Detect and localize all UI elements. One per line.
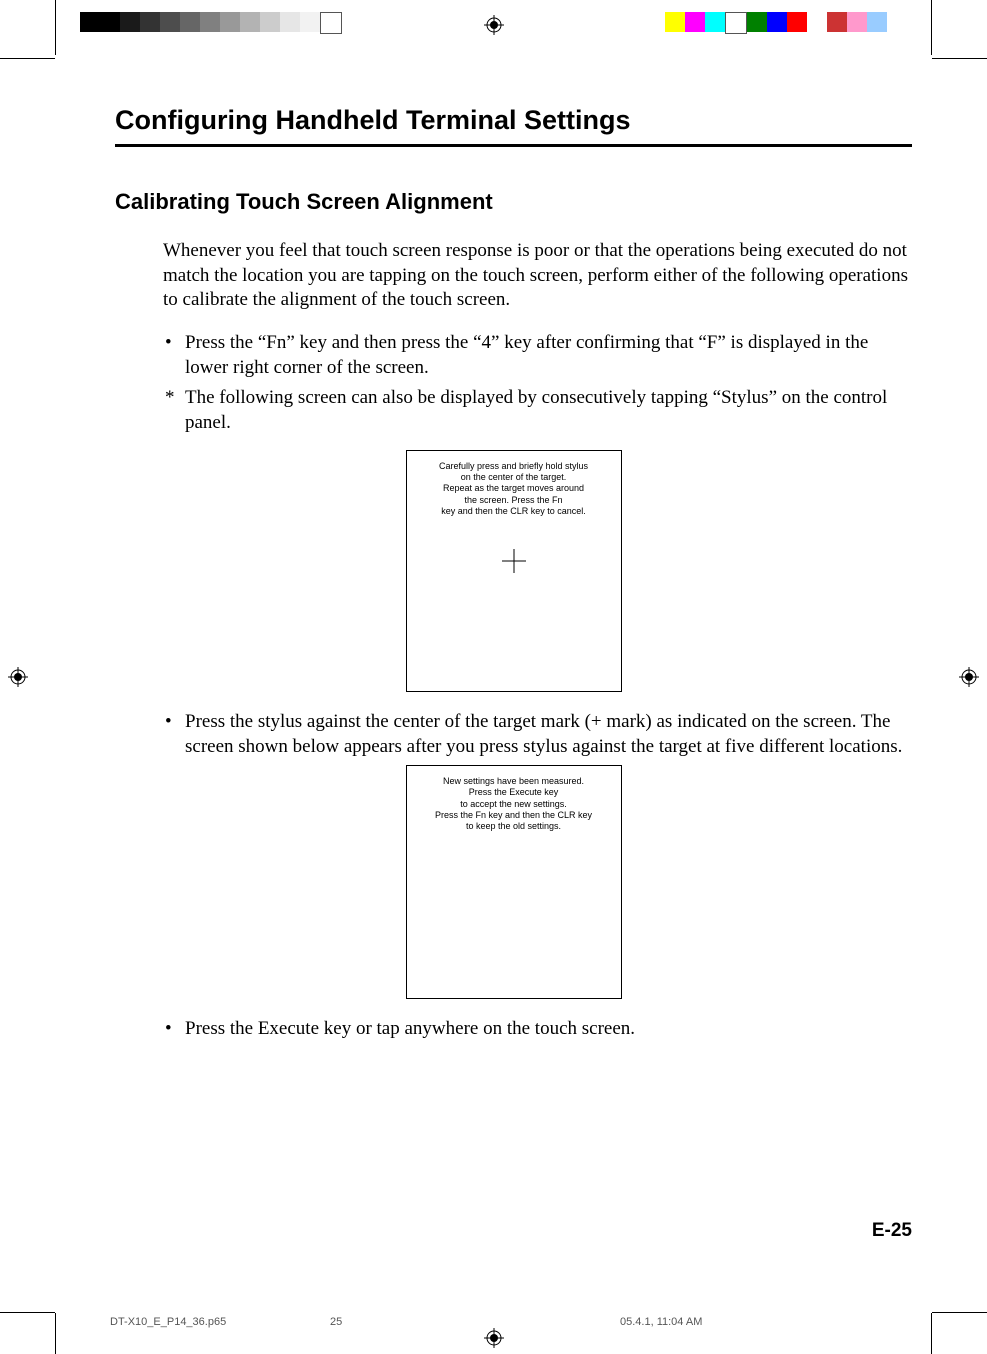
page-content: Configuring Handheld Terminal Settings C… <box>115 105 912 1294</box>
bullet-item: Press the Execute key or tap anywhere on… <box>163 1017 912 1042</box>
screen-text: key and then the CLR key to cancel. <box>415 506 613 517</box>
register-mark-icon <box>484 15 504 35</box>
screen-text: Carefully press and briefly hold stylus <box>415 461 613 472</box>
screen-text: Repeat as the target moves around <box>415 483 613 494</box>
screen-text: New settings have been measured. <box>415 776 613 787</box>
footer-datetime: 05.4.1, 11:04 AM <box>620 1316 702 1328</box>
screen-text: to accept the new settings. <box>415 799 613 810</box>
bullet-item: Press the “Fn” key and then press the “4… <box>163 331 912 380</box>
screen-text: to keep the old settings. <box>415 821 613 832</box>
chapter-title: Configuring Handheld Terminal Settings <box>115 105 912 147</box>
screen-text: the screen. Press the Fn <box>415 495 613 506</box>
section-title: Calibrating Touch Screen Alignment <box>115 189 912 215</box>
crop-mark <box>931 0 932 55</box>
register-mark-icon <box>8 667 28 687</box>
crosshair-icon <box>502 549 526 573</box>
crop-mark <box>0 1312 55 1313</box>
color-calibration-bar <box>665 12 907 32</box>
screen-text: Press the Fn key and then the CLR key <box>415 810 613 821</box>
crop-mark <box>931 1313 932 1354</box>
footer-filename: DT-X10_E_P14_36.p65 <box>110 1316 226 1332</box>
footer-sheet-number: 25 <box>330 1316 342 1328</box>
grayscale-calibration-bar <box>80 12 362 32</box>
screen-text: on the center of the target. <box>415 472 613 483</box>
note-item: The following screen can also be display… <box>163 386 912 435</box>
calibration-screen-2: New settings have been measured. Press t… <box>406 765 622 999</box>
page-number: E-25 <box>872 1220 912 1242</box>
crop-mark <box>55 1313 56 1354</box>
bullet-item: Press the stylus against the center of t… <box>163 710 912 759</box>
print-footer: DT-X10_E_P14_36.p65 25 05.4.1, 11:04 AM <box>110 1316 912 1332</box>
crop-mark <box>0 58 55 59</box>
crop-mark <box>932 1312 987 1313</box>
crop-mark <box>55 0 56 55</box>
screen-text: Press the Execute key <box>415 787 613 798</box>
register-mark-icon <box>959 667 979 687</box>
calibration-screen-1: Carefully press and briefly hold stylus … <box>406 450 622 692</box>
intro-paragraph: Whenever you feel that touch screen resp… <box>163 239 912 313</box>
crop-mark <box>932 58 987 59</box>
